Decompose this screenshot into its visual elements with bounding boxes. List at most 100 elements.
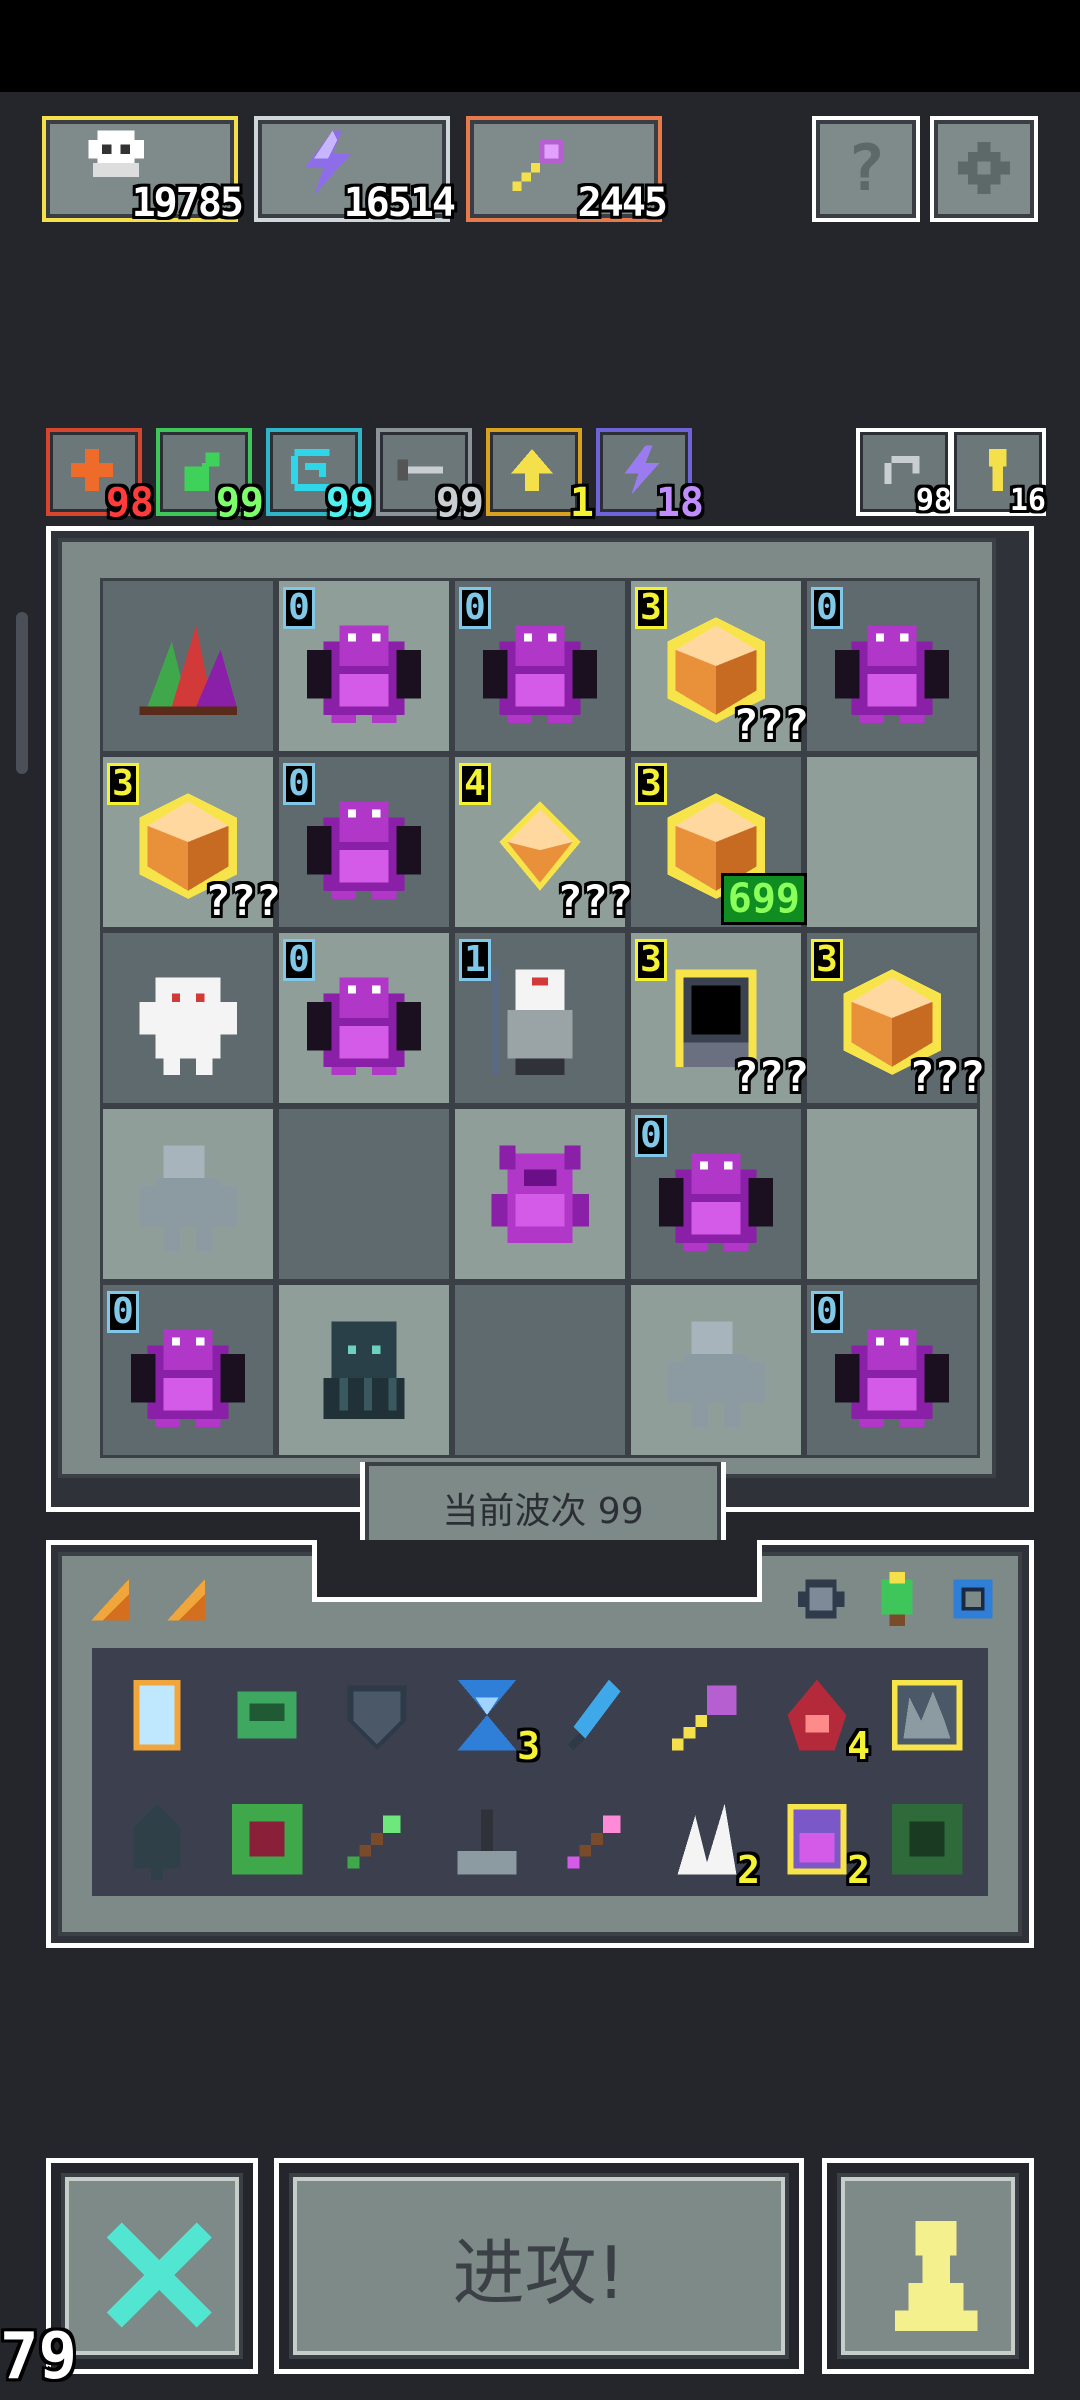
buff-bolt[interactable]: 18: [596, 428, 704, 526]
arrow-up-icon: [511, 449, 553, 491]
buff-arrow-up[interactable]: 1: [486, 428, 594, 526]
fang-item[interactable]: 2: [660, 1792, 760, 1892]
resource-lightning: 16514: [254, 116, 456, 226]
unit-hp-label: ???: [909, 1052, 985, 1101]
buff-arrow-up-count: 1: [569, 480, 594, 526]
dragon-sprite: [307, 977, 421, 1075]
board-cell-gem-small[interactable]: 4???: [455, 757, 633, 927]
potion-item[interactable]: 4: [770, 1668, 870, 1768]
cthulhu-sprite: [323, 1321, 405, 1419]
shield-item[interactable]: [330, 1668, 424, 1762]
shaman-sprite: [491, 969, 573, 1075]
key-counter[interactable]: 16: [950, 428, 1046, 518]
board-cell-dragon[interactable]: 0: [455, 581, 625, 751]
helmet-item[interactable]: [220, 1668, 314, 1762]
board-cell-gem[interactable]: 3 699: [631, 757, 807, 927]
key-count: 16: [1009, 483, 1046, 518]
x-icon: [106, 2222, 212, 2328]
lever-item[interactable]: [440, 1792, 534, 1886]
pawn-button[interactable]: [822, 2158, 1034, 2374]
tree-icon[interactable]: [866, 1568, 928, 1630]
unit-level-badge: 0: [811, 587, 843, 629]
board-cell-demon[interactable]: [455, 1109, 625, 1279]
board-cell-gem[interactable]: 3???: [807, 933, 985, 1103]
unit-hp-label: ???: [733, 700, 809, 749]
resource-staff: 2445: [466, 116, 668, 226]
return-counter[interactable]: 98: [856, 428, 952, 518]
resource-skull-value: 19785: [131, 180, 244, 226]
board-cell-golem[interactable]: [631, 1285, 801, 1455]
cancel-button[interactable]: [46, 2158, 258, 2374]
attack-button[interactable]: 进攻!: [274, 2158, 804, 2374]
status-bar: [0, 0, 1080, 92]
staff-item[interactable]: [660, 1668, 754, 1762]
shard-icon[interactable]: [156, 1568, 216, 1628]
unit-level-badge: 0: [811, 1291, 843, 1333]
resource-skull: 19785: [42, 116, 244, 226]
robot-icon[interactable]: [790, 1568, 852, 1630]
crown-item[interactable]: [880, 1668, 974, 1762]
item-count: 2: [737, 1848, 760, 1892]
pawn-icon: [894, 2221, 978, 2331]
board-grid: 0 0 3??? 0 3??? 0 4??? 3 699 0 1 3??? 3??? 0 0 0: [100, 578, 985, 1458]
board-cell-cthulhu[interactable]: [279, 1285, 449, 1455]
buff-bolt-count: 18: [655, 480, 704, 526]
buff-orb[interactable]: 99: [156, 428, 264, 526]
resource-staff-value: 2445: [577, 180, 668, 226]
crystal-sprite: [139, 625, 237, 715]
help-button[interactable]: ?: [812, 116, 920, 222]
return-count: 98: [915, 483, 952, 518]
board-cell-empty[interactable]: [807, 757, 977, 927]
dragon-sprite: [835, 1329, 949, 1427]
board-cell-dragon[interactable]: 0: [279, 933, 449, 1103]
unit-level-badge: 0: [459, 587, 491, 629]
feather-item[interactable]: [550, 1668, 644, 1762]
jar-item[interactable]: 2: [770, 1792, 870, 1892]
hourglass-item[interactable]: 3: [440, 1668, 540, 1768]
buff-swirl-count: 99: [325, 480, 374, 526]
vine-item[interactable]: [220, 1792, 314, 1886]
board-cell-gem[interactable]: 3???: [631, 581, 809, 751]
unit-level-badge: 0: [283, 939, 315, 981]
unit-level-badge: 3: [635, 939, 667, 981]
attack-button-face: 进攻!: [289, 2173, 789, 2359]
buff-sword-count: 99: [435, 480, 484, 526]
arrow-green-icon: [347, 1815, 401, 1869]
board-cell-ghost[interactable]: [103, 933, 273, 1103]
moss-item[interactable]: [880, 1792, 974, 1886]
gear-ring-icon[interactable]: [942, 1568, 1004, 1630]
unit-level-badge: 3: [811, 939, 843, 981]
mirror-item[interactable]: [110, 1668, 204, 1762]
settings-button[interactable]: [930, 116, 1038, 222]
unit-hp-label: ???: [205, 876, 281, 925]
board-cell-empty[interactable]: [807, 1109, 977, 1279]
board-cell-dragon[interactable]: 0: [279, 757, 449, 927]
board-cell-dragon[interactable]: 0: [631, 1109, 801, 1279]
staff-icon: [671, 1685, 737, 1751]
dragon-sprite: [659, 1153, 773, 1251]
board-cell-dragon[interactable]: 0: [807, 581, 977, 751]
board-cell-empty[interactable]: [279, 1109, 449, 1279]
dragon-sprite: [131, 1329, 245, 1427]
ghost-sprite: [139, 977, 237, 1075]
shard-icon[interactable]: [80, 1568, 140, 1628]
board-cell-dragon[interactable]: 0: [279, 581, 449, 751]
dragon-sprite: [835, 625, 949, 723]
arrow-green-item[interactable]: [330, 1792, 424, 1886]
arrow-pink-item[interactable]: [550, 1792, 644, 1886]
buff-plus[interactable]: 98: [46, 428, 154, 526]
board-cell-gem[interactable]: 3???: [103, 757, 281, 927]
board-cell-golem[interactable]: [103, 1109, 273, 1279]
buff-swirl[interactable]: 99: [266, 428, 374, 526]
scroll-indicator: [16, 612, 28, 774]
board-cell-dragon[interactable]: 0: [103, 1285, 273, 1455]
board-cell-portal[interactable]: 3???: [631, 933, 809, 1103]
board-cell-dragon[interactable]: 0: [807, 1285, 977, 1455]
bell-item[interactable]: [110, 1792, 204, 1886]
board-cell-crystal[interactable]: [103, 581, 273, 751]
buff-sword[interactable]: 99: [376, 428, 484, 526]
pawn-button-face: [837, 2173, 1019, 2359]
unit-level-badge: 0: [107, 1291, 139, 1333]
board-cell-shaman[interactable]: 1: [455, 933, 625, 1103]
board-cell-empty[interactable]: [455, 1285, 625, 1455]
